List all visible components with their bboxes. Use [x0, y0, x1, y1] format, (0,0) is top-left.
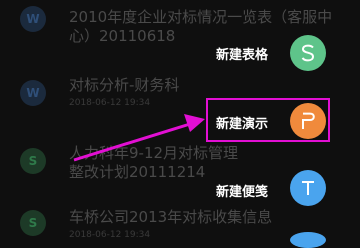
annotation-arrow [73, 114, 205, 162]
